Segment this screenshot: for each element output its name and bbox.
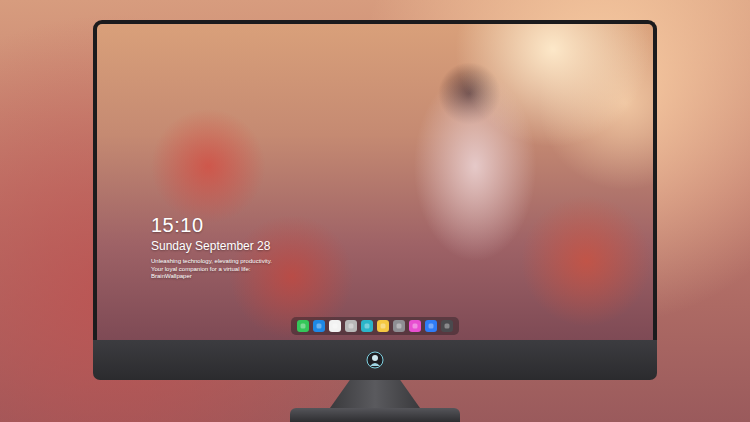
brand-logo-icon [366, 351, 384, 369]
dock-item[interactable] [377, 320, 389, 332]
app-icon [395, 322, 403, 330]
dock-item[interactable] [409, 320, 421, 332]
app-icon [427, 322, 435, 330]
app-icon [331, 322, 339, 330]
monitor-stand-neck [330, 380, 420, 408]
monitor-stand-base [290, 408, 460, 422]
dock-item[interactable] [345, 320, 357, 332]
dock-item[interactable] [425, 320, 437, 332]
app-icon [347, 322, 355, 330]
monitor-bezel: 15:10 Sunday September 28 Unleashing techn… [93, 20, 657, 340]
dock-item[interactable] [393, 320, 405, 332]
clock-date: Sunday September 28 [151, 239, 653, 253]
dock-item[interactable] [297, 320, 309, 332]
app-icon [299, 322, 307, 330]
app-icon [379, 322, 387, 330]
dock-item[interactable] [329, 320, 341, 332]
clock-time: 15:10 [151, 214, 653, 236]
app-icon [315, 322, 323, 330]
monitor-screen: 15:10 Sunday September 28 Unleashing techn… [97, 24, 653, 340]
desktop-page: 15:10 Sunday September 28 Unleashing techn… [0, 0, 750, 422]
lock-clock: 15:10 Sunday September 28 Unleashing techn… [151, 214, 653, 281]
dock-item[interactable] [361, 320, 373, 332]
app-icon [411, 322, 419, 330]
dock-item[interactable] [441, 320, 453, 332]
app-icon [363, 322, 371, 330]
monitor-chin [93, 340, 657, 380]
app-icon [443, 322, 451, 330]
dock-row [151, 317, 653, 335]
clock-tagline: Unleashing technology, elevating product… [151, 258, 281, 281]
dock [291, 317, 459, 335]
dock-item[interactable] [313, 320, 325, 332]
